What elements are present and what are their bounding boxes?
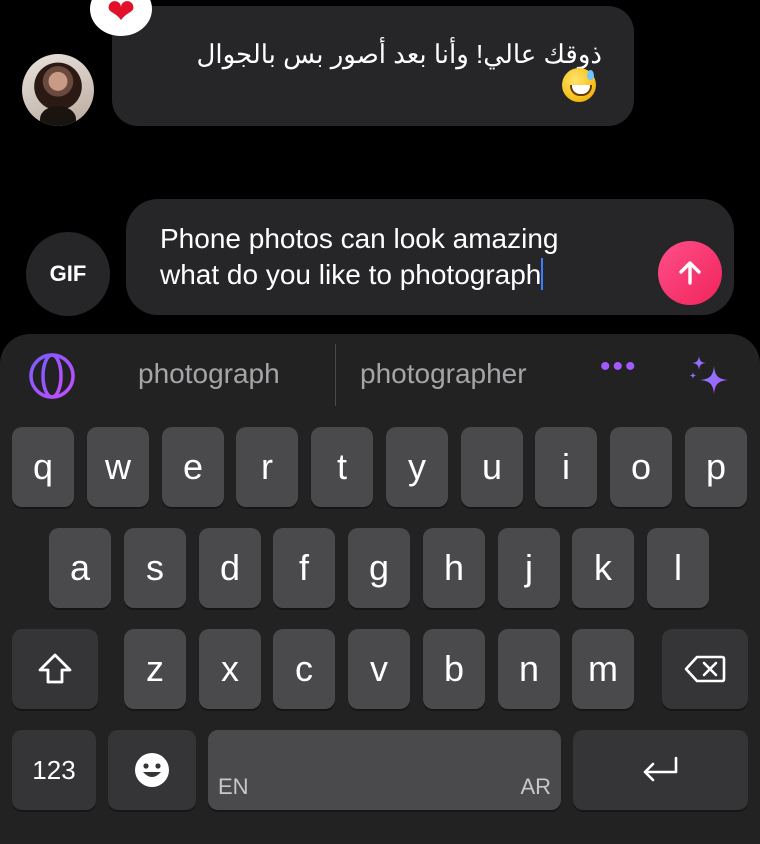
space-key[interactable]: EN AR xyxy=(208,730,561,810)
more-suggestions-button[interactable]: ••• xyxy=(600,350,638,384)
key-b[interactable]: b xyxy=(423,629,485,709)
message-line-1: Phone photos can look amazing xyxy=(160,223,559,254)
emoji-icon xyxy=(135,753,169,787)
message-line-2: what do you like to photograph xyxy=(160,257,620,293)
key-c[interactable]: c xyxy=(273,629,335,709)
suggestion-divider xyxy=(335,344,336,406)
key-g[interactable]: g xyxy=(348,528,410,608)
key-n[interactable]: n xyxy=(498,629,560,709)
message-line-2-text: what do you like to photograph xyxy=(160,259,542,290)
suggestion-bar: photograph photographer ••• xyxy=(0,334,760,418)
key-h[interactable]: h xyxy=(423,528,485,608)
key-x[interactable]: x xyxy=(199,629,261,709)
numbers-key-label: 123 xyxy=(32,754,76,785)
gif-button[interactable]: GIF xyxy=(26,232,110,316)
space-lang-left: EN xyxy=(218,774,249,799)
arrow-up-icon xyxy=(679,261,701,285)
key-v[interactable]: v xyxy=(348,629,410,709)
key-s[interactable]: s xyxy=(124,528,186,608)
space-lang-right: AR xyxy=(520,774,551,799)
gif-button-label: GIF xyxy=(49,261,87,286)
return-key[interactable] xyxy=(573,730,748,810)
key-a[interactable]: a xyxy=(49,528,111,608)
shift-key[interactable] xyxy=(12,629,98,709)
globe-icon[interactable] xyxy=(26,350,78,402)
key-t[interactable]: t xyxy=(311,427,373,507)
message-input-text: Phone photos can look amazing what do yo… xyxy=(160,221,620,293)
key-y[interactable]: y xyxy=(386,427,448,507)
sparkle-icon[interactable] xyxy=(688,354,734,400)
key-k[interactable]: k xyxy=(572,528,634,608)
key-l[interactable]: l xyxy=(647,528,709,608)
key-f[interactable]: f xyxy=(273,528,335,608)
emoji-key[interactable] xyxy=(108,730,196,810)
send-button[interactable] xyxy=(658,241,722,305)
backspace-icon xyxy=(684,655,726,683)
sweat-smile-emoji-icon xyxy=(562,68,596,102)
keyboard: photograph photographer ••• q w e r t y … xyxy=(0,334,760,844)
suggestion-2[interactable]: photographer xyxy=(360,358,527,390)
shift-icon xyxy=(38,653,72,684)
incoming-message-bubble[interactable]: ذوقك عالي! وأنا بعد أصور بس بالجوال xyxy=(112,6,634,126)
key-r[interactable]: r xyxy=(236,427,298,507)
key-m[interactable]: m xyxy=(572,629,634,709)
text-caret xyxy=(541,258,544,290)
avatar[interactable] xyxy=(22,54,94,126)
key-u[interactable]: u xyxy=(461,427,523,507)
backspace-key[interactable] xyxy=(662,629,748,709)
key-j[interactable]: j xyxy=(498,528,560,608)
suggestion-1[interactable]: photograph xyxy=(138,358,280,390)
key-e[interactable]: e xyxy=(162,427,224,507)
key-q[interactable]: q xyxy=(12,427,74,507)
return-icon xyxy=(643,756,677,782)
key-d[interactable]: d xyxy=(199,528,261,608)
heart-icon: ❤ xyxy=(106,0,136,31)
key-i[interactable]: i xyxy=(535,427,597,507)
key-z[interactable]: z xyxy=(124,629,186,709)
key-w[interactable]: w xyxy=(87,427,149,507)
key-o[interactable]: o xyxy=(610,427,672,507)
key-p[interactable]: p xyxy=(685,427,747,507)
incoming-message-text: ذوقك عالي! وأنا بعد أصور بس بالجوال xyxy=(196,39,602,69)
numbers-key[interactable]: 123 xyxy=(12,730,96,810)
message-input[interactable]: Phone photos can look amazing what do yo… xyxy=(126,199,734,315)
